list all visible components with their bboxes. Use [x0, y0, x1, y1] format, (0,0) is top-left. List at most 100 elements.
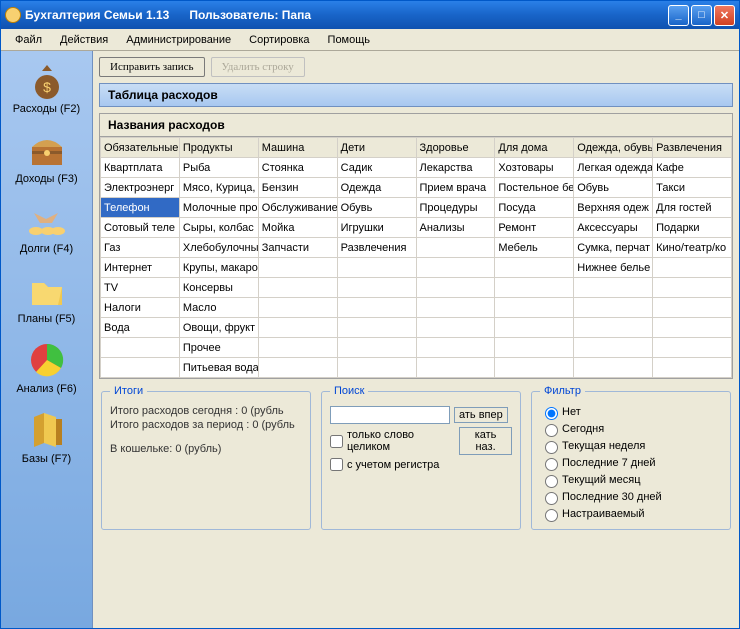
table-row[interactable]: НалогиМасло — [101, 298, 732, 318]
column-header[interactable]: Дети — [337, 138, 416, 158]
table-cell[interactable]: Хлебобулочны — [179, 238, 258, 258]
table-cell[interactable] — [258, 298, 337, 318]
sidebar-item-plans[interactable]: Планы (F5) — [7, 269, 87, 325]
table-cell[interactable]: Ремонт — [495, 218, 574, 238]
table-cell[interactable]: Аксессуары — [574, 218, 653, 238]
column-header[interactable]: Продукты — [179, 138, 258, 158]
table-cell[interactable]: Прочее — [179, 338, 258, 358]
table-cell[interactable]: Нижнее белье — [574, 258, 653, 278]
table-cell[interactable]: Садик — [337, 158, 416, 178]
table-cell[interactable]: Кино/театр/ко — [653, 238, 732, 258]
table-row[interactable]: КвартплатаРыбаСтоянкаСадикЛекарстваХозто… — [101, 158, 732, 178]
table-row[interactable]: ЭлектроэнергМясо, Курица,БензинОдеждаПри… — [101, 178, 732, 198]
filter-option[interactable]: Нет — [540, 404, 722, 420]
sidebar-item-analysis[interactable]: Анализ (F6) — [7, 339, 87, 395]
table-cell[interactable]: TV — [101, 278, 180, 298]
table-cell[interactable]: Одежда — [337, 178, 416, 198]
table-cell[interactable]: Процедуры — [416, 198, 495, 218]
table-cell[interactable]: Интернет — [101, 258, 180, 278]
table-cell[interactable] — [653, 298, 732, 318]
table-cell[interactable] — [653, 318, 732, 338]
table-cell[interactable]: Мебель — [495, 238, 574, 258]
filter-radio[interactable] — [545, 492, 558, 505]
table-cell[interactable]: Постельное бе — [495, 178, 574, 198]
table-cell[interactable]: Мясо, Курица, — [179, 178, 258, 198]
table-cell[interactable] — [337, 358, 416, 378]
table-cell[interactable] — [101, 358, 180, 378]
column-header[interactable]: Здоровье — [416, 138, 495, 158]
menu-sort[interactable]: Сортировка — [241, 32, 317, 48]
table-cell[interactable]: Верхняя одеж — [574, 198, 653, 218]
table-cell[interactable]: Кафе — [653, 158, 732, 178]
sidebar-item-databases[interactable]: Базы (F7) — [7, 409, 87, 465]
column-header[interactable]: Машина — [258, 138, 337, 158]
filter-option[interactable]: Текущая неделя — [540, 438, 722, 454]
filter-radio[interactable] — [545, 424, 558, 437]
table-cell[interactable]: Бензин — [258, 178, 337, 198]
table-cell[interactable] — [574, 338, 653, 358]
table-cell[interactable] — [574, 298, 653, 318]
table-cell[interactable]: Легкая одежда — [574, 158, 653, 178]
table-cell[interactable]: Налоги — [101, 298, 180, 318]
edit-record-button[interactable]: Исправить запись — [99, 57, 205, 77]
table-cell[interactable] — [258, 318, 337, 338]
table-cell[interactable] — [495, 278, 574, 298]
table-cell[interactable] — [574, 278, 653, 298]
expenses-table[interactable]: ОбязательныеПродуктыМашинаДетиЗдоровьеДл… — [100, 137, 732, 378]
table-cell[interactable]: Подарки — [653, 218, 732, 238]
table-cell[interactable] — [258, 278, 337, 298]
table-cell[interactable]: Анализы — [416, 218, 495, 238]
column-header[interactable]: Для дома — [495, 138, 574, 158]
table-cell[interactable] — [416, 358, 495, 378]
table-cell[interactable]: Развлечения — [337, 238, 416, 258]
table-cell[interactable] — [337, 318, 416, 338]
table-cell[interactable] — [653, 278, 732, 298]
table-cell[interactable] — [258, 258, 337, 278]
table-cell[interactable]: Сотовый теле — [101, 218, 180, 238]
table-row[interactable]: TVКонсервы — [101, 278, 732, 298]
table-cell[interactable] — [337, 278, 416, 298]
table-cell[interactable] — [495, 258, 574, 278]
menu-admin[interactable]: Администрирование — [118, 32, 239, 48]
table-cell[interactable]: Телефон — [101, 198, 180, 218]
table-cell[interactable] — [495, 358, 574, 378]
table-cell[interactable]: Питьевая вода — [179, 358, 258, 378]
table-cell[interactable]: Для гостей — [653, 198, 732, 218]
table-cell[interactable]: Мойка — [258, 218, 337, 238]
filter-radio[interactable] — [545, 458, 558, 471]
menu-help[interactable]: Помощь — [320, 32, 379, 48]
sidebar-item-expenses[interactable]: $ Расходы (F2) — [7, 59, 87, 115]
table-cell[interactable]: Запчасти — [258, 238, 337, 258]
minimize-button[interactable]: _ — [668, 5, 689, 26]
table-cell[interactable] — [101, 338, 180, 358]
filter-option[interactable]: Сегодня — [540, 421, 722, 437]
table-cell[interactable]: Электроэнерг — [101, 178, 180, 198]
title-bar[interactable]: Бухгалтерия Семьи 1.13 Пользователь: Пап… — [1, 1, 739, 29]
table-row[interactable]: ГазХлебобулочныЗапчастиРазвлеченияМебель… — [101, 238, 732, 258]
table-cell[interactable] — [337, 258, 416, 278]
table-cell[interactable]: Консервы — [179, 278, 258, 298]
table-cell[interactable] — [653, 358, 732, 378]
sidebar-item-debts[interactable]: Долги (F4) — [7, 199, 87, 255]
table-cell[interactable]: Квартплата — [101, 158, 180, 178]
filter-radio[interactable] — [545, 475, 558, 488]
table-cell[interactable] — [416, 298, 495, 318]
table-cell[interactable]: Овощи, фрукт — [179, 318, 258, 338]
close-button[interactable]: ✕ — [714, 5, 735, 26]
table-cell[interactable]: Масло — [179, 298, 258, 318]
table-row[interactable]: ВодаОвощи, фрукт — [101, 318, 732, 338]
table-cell[interactable] — [416, 278, 495, 298]
table-cell[interactable] — [416, 318, 495, 338]
filter-option[interactable]: Последние 30 дней — [540, 489, 722, 505]
table-cell[interactable]: Посуда — [495, 198, 574, 218]
table-cell[interactable]: Обувь — [574, 178, 653, 198]
table-cell[interactable] — [495, 318, 574, 338]
menu-actions[interactable]: Действия — [52, 32, 116, 48]
match-case-checkbox[interactable] — [330, 458, 343, 471]
table-cell[interactable]: Вода — [101, 318, 180, 338]
filter-radio[interactable] — [545, 441, 558, 454]
search-back-button[interactable]: кать наз. — [459, 427, 512, 455]
table-row[interactable]: Прочее — [101, 338, 732, 358]
table-cell[interactable]: Лекарства — [416, 158, 495, 178]
filter-radio[interactable] — [545, 407, 558, 420]
